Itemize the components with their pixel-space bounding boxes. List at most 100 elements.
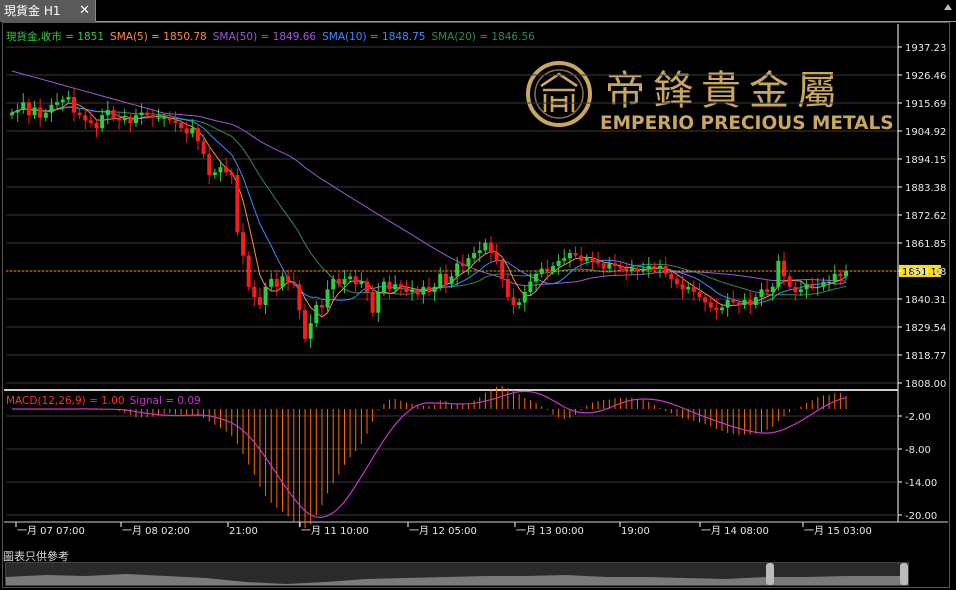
candle-body — [415, 289, 420, 295]
candle-body — [703, 297, 708, 303]
candle-body — [573, 252, 578, 256]
candle-body — [466, 258, 471, 266]
navigator-right-handle[interactable] — [900, 563, 908, 585]
candle-body — [359, 281, 364, 285]
candle-body — [720, 307, 725, 311]
candle-body — [449, 276, 454, 285]
candle-body — [156, 117, 161, 119]
candle-body — [770, 286, 775, 292]
candle-body — [55, 102, 60, 105]
candle-body — [776, 260, 781, 287]
candle-body — [674, 278, 679, 285]
macd-legend-item: Signal = 0.09 — [130, 395, 201, 407]
candle-body — [94, 122, 99, 129]
candle-body — [669, 273, 674, 279]
candle-body — [488, 242, 493, 253]
candle-body — [646, 265, 651, 269]
candle-body — [759, 289, 764, 298]
candle-body — [410, 289, 415, 292]
y-tick-label: 1829.54 — [905, 323, 946, 334]
candle-body — [483, 242, 488, 251]
candle-body — [381, 281, 386, 292]
candle-body — [821, 281, 826, 287]
candle-body — [105, 109, 110, 116]
candle-body — [212, 172, 217, 175]
macd-y-tick-label: -14.00 — [905, 478, 937, 489]
candle-body — [522, 291, 527, 303]
candle-body — [596, 260, 601, 264]
candle-body — [303, 310, 308, 339]
candle-body — [88, 120, 93, 123]
candle-body — [708, 302, 713, 308]
candle-body — [100, 115, 105, 129]
y-tick-label: 1840.31 — [905, 295, 946, 306]
candle-body — [827, 281, 832, 283]
navigator-left-handle[interactable] — [766, 563, 774, 585]
candle-body — [725, 299, 730, 308]
x-tick-label: 一月 13 00:00 — [516, 525, 584, 537]
x-axis-labels: 一月 07 07:00 一月 08 02:00 21:00 一月 11 10:00 一月… — [15, 522, 872, 537]
candle-body — [150, 115, 155, 118]
candle-body — [111, 109, 116, 118]
legend-item: SMA(10) = 1848.75 — [322, 31, 425, 43]
candle-body — [753, 297, 758, 305]
logo-emblem — [540, 72, 578, 112]
candle-body — [365, 281, 370, 292]
candle-body — [748, 299, 753, 305]
candle-body — [274, 278, 279, 287]
candle-body — [618, 265, 623, 269]
candle-body — [218, 167, 223, 173]
candle-body — [207, 154, 212, 175]
candle-body — [810, 284, 815, 287]
signal-line — [12, 390, 847, 519]
candle-body — [427, 286, 431, 292]
candle-body — [804, 284, 809, 290]
candle-body — [443, 273, 448, 285]
candle-body — [190, 128, 195, 134]
chart-navigator-scrollbar[interactable] — [5, 562, 909, 586]
candle-body — [815, 286, 820, 288]
candle-body — [201, 141, 206, 155]
candle-body — [579, 255, 584, 261]
candle-body — [342, 278, 347, 285]
candle-body — [567, 252, 572, 259]
candle-body — [387, 281, 392, 290]
current-price-line: 1851.10 — [6, 264, 943, 278]
candle-body — [686, 286, 691, 290]
price-chart[interactable]: 帝鋒貴金屬 EMPERIO PRECIOUS METALS 1851.10 19… — [0, 0, 956, 590]
candle-body — [122, 117, 127, 121]
candle-body — [472, 252, 477, 259]
candle-body — [224, 167, 229, 173]
candle-body — [528, 281, 533, 292]
candle-body — [787, 276, 792, 287]
candle-body — [505, 278, 510, 298]
y-tick-label: 1818.77 — [905, 351, 946, 362]
candle-body — [393, 284, 398, 290]
macd-y-tick-label: -8.00 — [905, 445, 931, 456]
candle-body — [280, 276, 285, 287]
y-tick-label: 1872.62 — [905, 211, 946, 222]
candle-body — [117, 117, 122, 121]
candle-body — [297, 284, 302, 311]
candle-body — [325, 289, 330, 308]
candle-body — [556, 260, 561, 266]
candle-body — [353, 276, 358, 285]
candle-body — [49, 104, 54, 113]
x-tick-label: 21:00 — [229, 526, 258, 537]
candle-body — [291, 281, 296, 285]
legend-item: SMA(50) = 1849.66 — [213, 31, 317, 43]
candle-body — [584, 258, 589, 261]
candle-body — [697, 291, 702, 298]
candle-body — [21, 102, 26, 110]
candle-body — [477, 250, 482, 253]
candle-body — [844, 271, 848, 277]
candle-body — [832, 273, 837, 282]
y-tick-label: 1915.69 — [905, 99, 946, 110]
candle-body — [71, 96, 76, 113]
candle-body — [286, 276, 291, 282]
price-legend: 現貨金,收市 = 1851 SMA(5) = 1850.78 SMA(50) = 1… — [6, 30, 535, 43]
candle-body — [838, 273, 843, 277]
candle-body — [308, 323, 313, 339]
candle-body — [162, 117, 167, 119]
candle-body — [83, 115, 88, 121]
